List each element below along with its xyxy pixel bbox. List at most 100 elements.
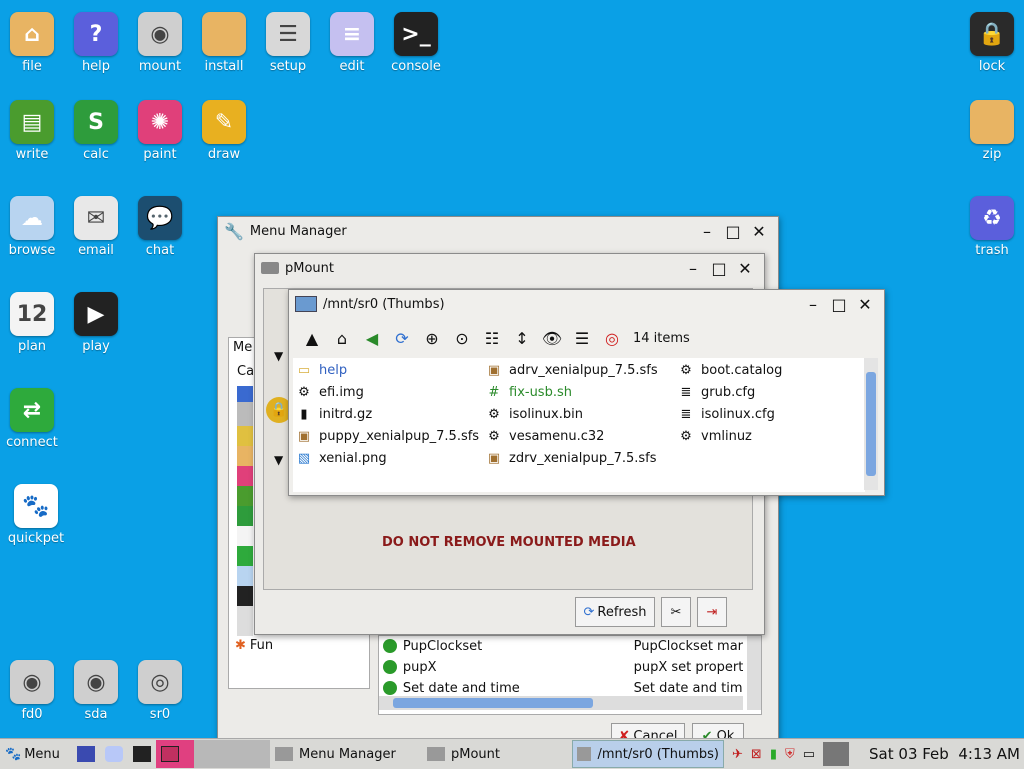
zoom-in-icon[interactable]: ⊕: [417, 325, 447, 351]
desktop-icon-fd0[interactable]: ◉ fd0: [0, 660, 64, 722]
list-item[interactable]: ▮ initrd.gz: [295, 404, 372, 424]
desktop-icon-mount[interactable]: ◉ mount: [128, 12, 192, 74]
category-item-fun[interactable]: ✱ Fun: [235, 638, 273, 653]
desktop-icon-label: quickpet: [7, 531, 65, 546]
list-view-icon[interactable]: ☷: [477, 325, 507, 351]
help-icon: ?: [74, 12, 118, 56]
details-icon[interactable]: ☰: [567, 325, 597, 351]
horizontal-scrollbar[interactable]: [379, 696, 743, 710]
pmount-titlebar[interactable]: pMount – □ ✕: [255, 254, 764, 282]
category-column-header[interactable]: Ca: [237, 364, 254, 379]
list-item[interactable]: ≣ grub.cfg: [677, 382, 756, 402]
task-button[interactable]: /mnt/sr0 (Thumbs): [572, 740, 724, 768]
network-disconnected-icon[interactable]: ⊠: [751, 747, 762, 762]
list-item[interactable]: # fix-usb.sh: [485, 382, 572, 402]
desktop-icon-calc[interactable]: Scalc: [64, 100, 128, 162]
menu-manager-titlebar[interactable]: 🔧 Menu Manager – □ ✕: [218, 217, 778, 245]
minimize-button[interactable]: –: [800, 295, 826, 314]
workspace-2[interactable]: [194, 740, 232, 768]
help-lifebuoy-icon[interactable]: ◎: [597, 325, 627, 351]
desktop-icon-edit[interactable]: ≡ edit: [320, 12, 384, 74]
desktop-icon-email[interactable]: ✉ email: [64, 196, 128, 258]
close-button[interactable]: ✕: [746, 222, 772, 241]
vertical-scrollbar[interactable]: [864, 358, 878, 490]
desktop-icon-label: file: [22, 59, 42, 74]
desktop-icon-label: edit: [339, 59, 365, 74]
up-arrow-icon[interactable]: ▲: [297, 325, 327, 351]
workspace-3[interactable]: [232, 740, 270, 768]
zoom-fit-icon[interactable]: ⊙: [447, 325, 477, 351]
desktop-icon-setup[interactable]: ☰ setup: [256, 12, 320, 74]
close-button[interactable]: ✕: [732, 259, 758, 278]
minimize-button[interactable]: –: [680, 259, 706, 278]
list-item[interactable]: ⚙ efi.img: [295, 382, 364, 402]
desktop-icon-chat[interactable]: 💬 chat: [128, 196, 192, 258]
quit-button[interactable]: ⇥: [697, 597, 727, 627]
quick-launch-browser[interactable]: [100, 740, 128, 768]
sort-icon[interactable]: ↕: [507, 325, 537, 351]
rox-file-area: ▭ help ⚙ efi.img ▮ initrd.gz ▣ puppy_xenialpup_…: [293, 358, 865, 492]
desktop-icon-console[interactable]: >_ console: [384, 12, 448, 74]
maximize-button[interactable]: □: [720, 222, 746, 241]
expand-arrow-icon[interactable]: ▼: [274, 453, 283, 467]
desktop-icon-zip[interactable]: zip: [960, 100, 1024, 162]
table-row[interactable]: PupClockset PupClockset mar: [383, 636, 743, 656]
list-item[interactable]: ⚙ isolinux.bin: [485, 404, 583, 424]
table-row[interactable]: pupX pupX set properti: [383, 657, 743, 677]
table-row[interactable]: Set date and time Set date and tim: [383, 678, 743, 698]
list-item[interactable]: ⚙ vmlinuz: [677, 426, 752, 446]
task-button[interactable]: pMount: [422, 740, 572, 768]
list-item[interactable]: ▣ puppy_xenialpup_7.5.sfs: [295, 426, 479, 446]
desktop-icon-install[interactable]: install: [192, 12, 256, 74]
back-icon[interactable]: ◀: [357, 325, 387, 351]
clock[interactable]: Sat 03 Feb 4:13 AM: [869, 745, 1024, 763]
list-item[interactable]: ⚙ boot.catalog: [677, 360, 782, 380]
menu-header-label: Me: [233, 340, 253, 355]
maximize-button[interactable]: □: [826, 295, 852, 314]
desktop-icon-draw[interactable]: ✎ draw: [192, 100, 256, 162]
refresh-button[interactable]: ⟳ Refresh: [575, 597, 655, 627]
desktop-icon-trash[interactable]: ♻ trash: [960, 196, 1024, 258]
horizontal-scroll-thumb[interactable]: [393, 698, 593, 708]
desktop-icon-help[interactable]: ? help: [64, 12, 128, 74]
list-item[interactable]: ▣ adrv_xenialpup_7.5.sfs: [485, 360, 658, 380]
desktop-icon-file[interactable]: ⌂ file: [0, 12, 64, 74]
refresh-icon[interactable]: ⟳: [387, 325, 417, 351]
pmount-title: pMount: [285, 260, 334, 276]
quick-launch-console[interactable]: [128, 740, 156, 768]
clipboard-icon[interactable]: ▭: [803, 747, 815, 762]
desktop-icon-write[interactable]: ▤ write: [0, 100, 64, 162]
drive-icon: [427, 747, 445, 761]
task-button[interactable]: Menu Manager: [270, 740, 422, 768]
minimize-button[interactable]: –: [694, 222, 720, 241]
rox-titlebar[interactable]: /mnt/sr0 (Thumbs) – □ ✕: [289, 290, 884, 318]
list-item[interactable]: ▭ help: [295, 360, 347, 380]
quick-launch-filer[interactable]: [72, 740, 100, 768]
firewall-icon[interactable]: ⛨: [785, 747, 795, 762]
desktop-icon-plan[interactable]: 12 plan: [0, 292, 64, 354]
menu-button[interactable]: 🐾 Menu: [0, 740, 72, 768]
desktop-icon-sr0[interactable]: ◎ sr0: [128, 660, 192, 722]
vertical-scrollbar[interactable]: [747, 636, 761, 710]
desktop-icon-paint[interactable]: ✺ paint: [128, 100, 192, 162]
desktop-icon-sda[interactable]: ◉ sda: [64, 660, 128, 722]
list-item[interactable]: ⚙ vesamenu.c32: [485, 426, 604, 446]
desktop-icon-quickpet[interactable]: 🐾 quickpet: [4, 484, 68, 546]
maximize-button[interactable]: □: [706, 259, 732, 278]
desktop-icon-browse[interactable]: ☁ browse: [0, 196, 64, 258]
network-icon[interactable]: ✈: [732, 747, 743, 762]
home-icon[interactable]: ⌂: [327, 325, 357, 351]
storage-icon[interactable]: ▮: [770, 747, 777, 762]
desktop-icon-play[interactable]: ▶ play: [64, 292, 128, 354]
list-item[interactable]: ▧ xenial.png: [295, 448, 387, 468]
list-item[interactable]: ≣ isolinux.cfg: [677, 404, 775, 424]
close-button[interactable]: ✕: [852, 295, 878, 314]
show-hidden-icon[interactable]: 👁: [537, 325, 567, 351]
vertical-scroll-thumb[interactable]: [866, 372, 876, 476]
workspace-1[interactable]: [156, 740, 194, 768]
list-item[interactable]: ▣ zdrv_xenialpup_7.5.sfs: [485, 448, 657, 468]
desktop-icon-lock[interactable]: 🔒 lock: [960, 12, 1024, 74]
desktop-icon-connect[interactable]: ⇄ connect: [0, 388, 64, 450]
collapse-arrow-icon[interactable]: ▼: [274, 349, 283, 363]
settings-button[interactable]: ✂: [661, 597, 691, 627]
